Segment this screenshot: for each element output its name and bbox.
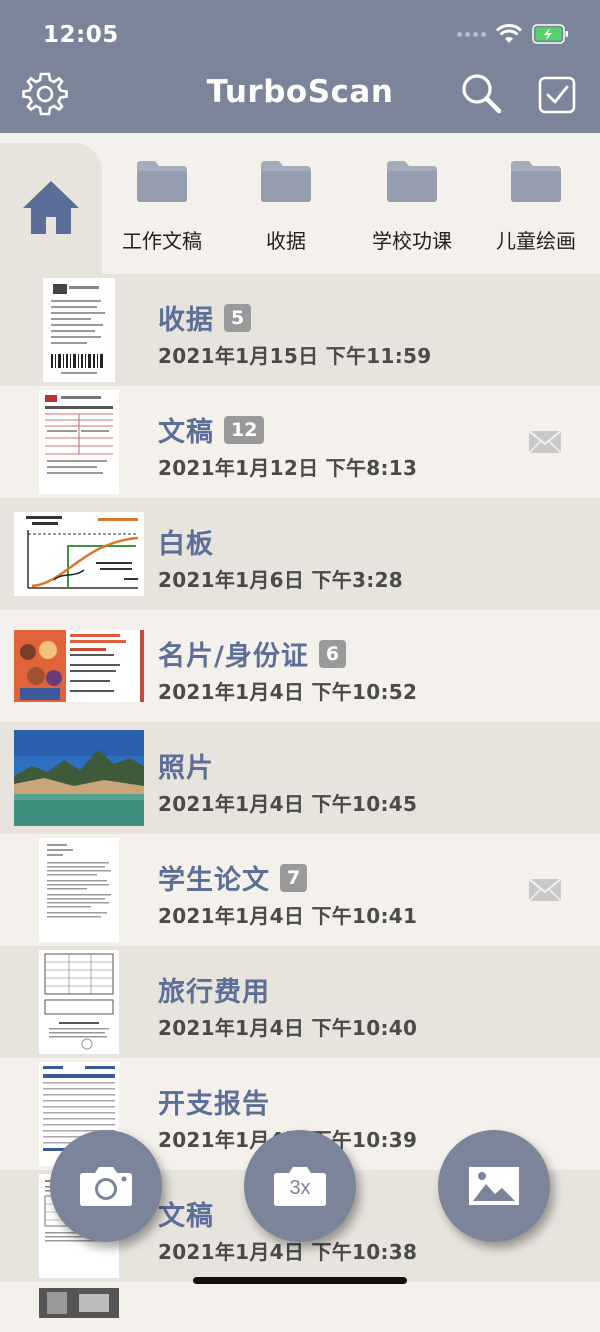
document-name: 学生论文 (158, 865, 270, 896)
document-row[interactable]: 收据 5 2021年1月15日 下午11:59 (0, 274, 600, 386)
document-thumbnail (14, 728, 144, 828)
folder-label: 学校功课 (372, 229, 452, 253)
select-checkbox-icon[interactable] (534, 70, 582, 118)
document-title-line: 收据 5 (158, 298, 252, 337)
document-name: 名片/身份证 (158, 641, 309, 672)
document-date: 2021年1月4日 下午10:52 (158, 680, 418, 704)
folder-item[interactable]: 工作文稿 (100, 159, 224, 254)
document-name: 开支报告 (158, 1089, 270, 1120)
document-row[interactable] (0, 1282, 600, 1332)
app-title: TurboScan (206, 74, 394, 110)
battery-icon (532, 24, 568, 44)
home-indicator[interactable] (193, 1277, 407, 1284)
document-name: 旅行费用 (158, 977, 270, 1008)
document-thumbnail (14, 950, 144, 1054)
image-icon (469, 1167, 519, 1205)
page-count-badge: 6 (318, 639, 347, 668)
document-title-line: 文稿 (158, 1194, 214, 1233)
document-title-line: 学生论文 7 (158, 858, 308, 897)
folder-label: 收据 (266, 229, 306, 253)
folder-icon (511, 161, 561, 202)
document-date: 2021年1月6日 下午3:28 (158, 568, 404, 592)
document-row[interactable]: 名片/身份证 6 2021年1月4日 下午10:52 (0, 610, 600, 722)
folder-bar: 工作文稿 收据 学校功课 儿童绘画 (0, 133, 600, 274)
home-icon (23, 181, 79, 234)
document-title-line: 旅行费用 (158, 970, 270, 1009)
document-name: 文稿 (158, 1201, 214, 1232)
emailed-envelope-icon (528, 878, 562, 902)
document-date: 2021年1月4日 下午10:41 (158, 904, 418, 928)
document-name: 收据 (158, 305, 214, 336)
document-date: 2021年1月4日 下午10:45 (158, 792, 418, 816)
multi-scan-label: 3x (289, 1177, 311, 1199)
search-icon[interactable] (458, 70, 506, 118)
top-bar: 12:05 TurboScan (0, 0, 600, 133)
emailed-envelope-icon (528, 430, 562, 454)
document-date: 2021年1月12日 下午8:13 (158, 456, 418, 480)
document-date: 2021年1月15日 下午11:59 (158, 344, 432, 368)
folder-icon (137, 161, 187, 202)
page-count-badge: 5 (224, 303, 252, 332)
document-thumbnail (14, 838, 144, 942)
folder-item[interactable]: 学校功课 (350, 159, 474, 254)
document-name: 照片 (158, 753, 214, 784)
document-name: 白板 (158, 529, 214, 560)
document-row[interactable]: 照片 2021年1月4日 下午10:45 (0, 722, 600, 834)
home-tab[interactable] (0, 143, 102, 274)
document-thumbnail (14, 504, 144, 604)
document-title-line: 照片 (158, 746, 214, 785)
folder-icon (261, 161, 311, 202)
folder-label: 儿童绘画 (496, 229, 576, 253)
camera-multi-icon: 3x (273, 1165, 327, 1207)
folder-icon (387, 161, 437, 202)
import-photo-button[interactable] (438, 1130, 550, 1242)
page-count-badge: 7 (280, 863, 308, 892)
status-time: 12:05 (43, 22, 119, 48)
camera-scan-button[interactable] (50, 1130, 162, 1242)
document-row[interactable]: 学生论文 7 2021年1月4日 下午10:41 (0, 834, 600, 946)
document-title-line: 白板 (158, 522, 214, 561)
document-date: 2021年1月4日 下午10:40 (158, 1016, 418, 1040)
document-thumbnail (14, 1288, 144, 1318)
document-thumbnail (14, 390, 144, 494)
folder-label: 工作文稿 (122, 229, 202, 253)
status-icons (457, 24, 570, 44)
document-row[interactable]: 文稿 12 2021年1月12日 下午8:13 (0, 386, 600, 498)
document-title-line: 文稿 12 (158, 410, 265, 449)
multi-scan-button[interactable]: 3x (244, 1130, 356, 1242)
document-title-line: 名片/身份证 6 (158, 634, 347, 673)
folder-item[interactable]: 收据 (224, 159, 348, 254)
camera-icon (80, 1167, 132, 1206)
signal-icon (457, 31, 486, 37)
document-row[interactable]: 白板 2021年1月6日 下午3:28 (0, 498, 600, 610)
folder-item[interactable]: 儿童绘画 (474, 159, 598, 254)
document-title-line: 开支报告 (158, 1082, 270, 1121)
document-name: 文稿 (158, 417, 214, 448)
document-thumbnail (14, 278, 144, 382)
page-count-badge: 12 (224, 415, 265, 444)
document-thumbnail (14, 616, 144, 716)
wifi-icon (496, 24, 522, 43)
document-row[interactable]: 旅行费用 2021年1月4日 下午10:40 (0, 946, 600, 1058)
